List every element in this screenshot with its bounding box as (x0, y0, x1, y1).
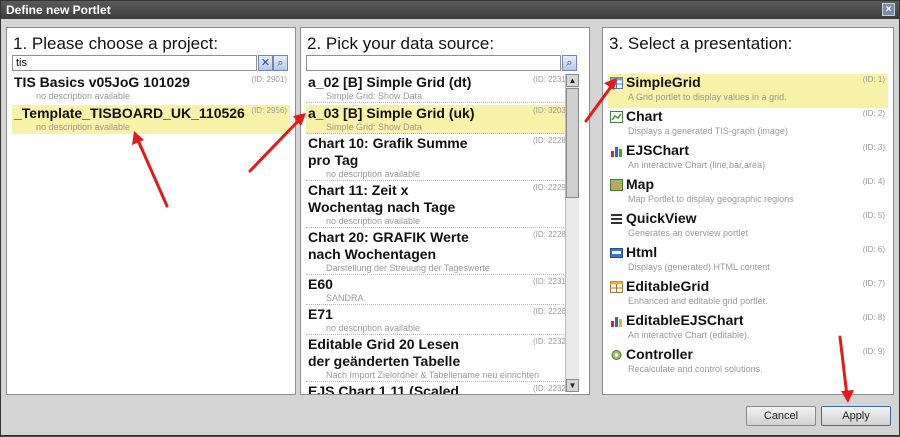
datasource-item[interactable]: E71 (ID: 22268) no description available (306, 306, 576, 335)
datasource-list: a_02 [B] Simple Grid (dt) (ID: 22310) Si… (301, 74, 576, 394)
dialog-title: Define new Portlet (6, 3, 111, 17)
presentation-item-simplegrid[interactable]: SimpleGrid (ID: 1) A Grid portlet to dis… (608, 74, 888, 108)
project-name: _Template_TISBOARD_UK_110526 (14, 105, 245, 121)
presentation-item-quickview[interactable]: QuickView (ID: 5) Generates an overview … (608, 210, 888, 244)
datasource-scrollbar[interactable]: ▲ ▼ (565, 74, 579, 392)
list-icon (611, 214, 622, 224)
presentation-id: (ID: 8) (862, 313, 885, 322)
project-item-selected[interactable]: _Template_TISBOARD_UK_110526 (ID: 2956) … (12, 105, 290, 134)
datasource-item[interactable]: a_02 [B] Simple Grid (dt) (ID: 22310) Si… (306, 74, 576, 104)
datasource-item[interactable]: Editable Grid 20 Lesen der geänderten Ta… (306, 336, 576, 382)
presentation-item-controller[interactable]: Controller (ID: 9) Recalculate and contr… (608, 346, 888, 380)
datasource-name-line2: nach Wochentagen (308, 246, 437, 262)
presentation-name: EditableEJSChart (626, 312, 744, 328)
project-name: TIS Basics v05JoG 101029 (14, 74, 190, 90)
datasource-name-line2: pro Tag (308, 152, 359, 168)
edit-chart-icon (611, 317, 622, 327)
datasource-name-line2: Wochentag nach Tage (308, 199, 456, 215)
presentation-item-html[interactable]: Html (ID: 6) Displays (generated) HTML c… (608, 244, 888, 278)
project-heading: 1. Please choose a project: (13, 34, 219, 53)
presentation-id: (ID: 5) (862, 211, 885, 220)
datasource-desc: no description available (306, 169, 576, 181)
edit-grid-icon (610, 281, 623, 293)
datasource-desc: no description available (306, 323, 576, 335)
presentation-name: EJSChart (626, 142, 690, 158)
presentation-name: Map (626, 176, 654, 192)
presentation-item-ejschart[interactable]: EJSChart (ID: 3) An interactive Chart (l… (608, 142, 888, 176)
presentation-item-editableejschart[interactable]: EditableEJSChart (ID: 8) An interactive … (608, 312, 888, 346)
datasource-item[interactable]: Chart 10: Grafik Summe pro Tag (ID: 2228… (306, 135, 576, 181)
presentation-desc: An interactive Chart (line,bar,area) (628, 160, 766, 170)
datasource-desc: no description available (306, 216, 576, 228)
gear-icon (611, 350, 622, 360)
datasource-name-line2: der geänderten Tabelle (308, 353, 461, 369)
datasource-search-input[interactable] (306, 55, 561, 71)
datasource-desc: SANDRA (306, 293, 576, 305)
datasource-item[interactable]: Chart 20: GRAFIK Werte nach Wochentagen … (306, 229, 576, 275)
presentation-desc: Displays (generated) HTML content (628, 262, 770, 272)
presentation-desc: A Grid portlet to display values in a gr… (628, 92, 787, 102)
project-panel: 1. Please choose a project: ✕ ⌕ TIS Basi… (6, 27, 296, 395)
presentation-id: (ID: 1) (862, 75, 885, 84)
bar-chart-icon (611, 147, 622, 157)
html-icon (610, 248, 623, 258)
presentation-id: (ID: 2) (862, 109, 885, 118)
datasource-item[interactable]: EJS Chart 1.11 (Scaled (ID: 22327) (306, 383, 576, 394)
datasource-item[interactable]: E60 (ID: 22319) SANDRA (306, 276, 576, 305)
presentation-name: QuickView (626, 210, 697, 226)
project-id: (ID: 2956) (251, 106, 287, 115)
scroll-thumb[interactable] (566, 88, 579, 198)
cancel-button[interactable]: Cancel (746, 406, 816, 426)
presentation-id: (ID: 3) (862, 143, 885, 152)
datasource-item-selected[interactable]: a_03 [B] Simple Grid (uk) (ID: 32032) Si… (306, 105, 576, 134)
presentation-name: Chart (626, 108, 663, 124)
presentation-heading: 3. Select a presentation: (609, 34, 793, 53)
define-portlet-dialog: Define new Portlet × 1. Please choose a … (0, 0, 900, 436)
datasource-desc: Simple Grid: Show Data (306, 91, 576, 103)
search-icon[interactable]: ⌕ (273, 55, 288, 71)
project-id: (ID: 2901) (251, 75, 287, 84)
scroll-up-icon[interactable]: ▲ (566, 74, 579, 87)
scroll-down-icon[interactable]: ▼ (566, 379, 579, 392)
project-item[interactable]: TIS Basics v05JoG 101029 (ID: 2901) no d… (12, 74, 290, 104)
presentation-id: (ID: 6) (862, 245, 885, 254)
presentation-name: Controller (626, 346, 693, 362)
clear-search-icon[interactable]: ✕ (258, 55, 273, 71)
search-icon[interactable]: ⌕ (562, 55, 577, 71)
close-icon[interactable]: × (882, 3, 895, 16)
presentation-item-editablegrid[interactable]: EditableGrid (ID: 7) Enhanced and editab… (608, 278, 888, 312)
presentation-id: (ID: 7) (862, 279, 885, 288)
datasource-item[interactable]: Chart 11: Zeit x Wochentag nach Tage (ID… (306, 182, 576, 228)
presentation-desc: An interactive Chart (editable). (628, 330, 750, 340)
presentation-panel: 3. Select a presentation: SimpleGrid (ID… (602, 27, 894, 395)
presentation-id: (ID: 9) (862, 347, 885, 356)
datasource-desc: Nach Import Zielordner & Tabellename neu… (306, 370, 576, 382)
dialog-titlebar: Define new Portlet × (1, 1, 899, 19)
presentation-desc: Displays a generated TIS-graph (image) (628, 126, 788, 136)
presentation-name: SimpleGrid (626, 74, 701, 90)
map-icon (610, 179, 623, 191)
presentation-desc: Map Portlet to display geographic region… (628, 194, 794, 204)
presentation-item-map[interactable]: Map (ID: 4) Map Portlet to display geogr… (608, 176, 888, 210)
datasource-desc: Darstellung der Streuung der Tageswerte (306, 263, 576, 275)
datasource-heading: 2. Pick your data source: (307, 34, 495, 53)
datasource-desc: Simple Grid: Show Data (306, 122, 576, 134)
project-desc: no description available (36, 122, 131, 132)
presentation-id: (ID: 4) (862, 177, 885, 186)
apply-button[interactable]: Apply (821, 406, 891, 426)
chart-image-icon (610, 111, 623, 123)
presentation-name: EditableGrid (626, 278, 710, 294)
presentation-item-chart[interactable]: Chart (ID: 2) Displays a generated TIS-g… (608, 108, 888, 142)
presentation-name: Html (626, 244, 658, 260)
project-desc: no description available (36, 91, 131, 101)
project-search-input[interactable] (12, 55, 257, 71)
grid-icon (610, 77, 623, 89)
presentation-desc: Enhanced and editable grid portlet. (628, 296, 768, 306)
datasource-panel: 2. Pick your data source: ⌕ a_02 [B] Sim… (300, 27, 590, 395)
presentation-desc: Recalculate and control solutions. (628, 364, 763, 374)
presentation-desc: Generates an overview portlet (628, 228, 749, 238)
